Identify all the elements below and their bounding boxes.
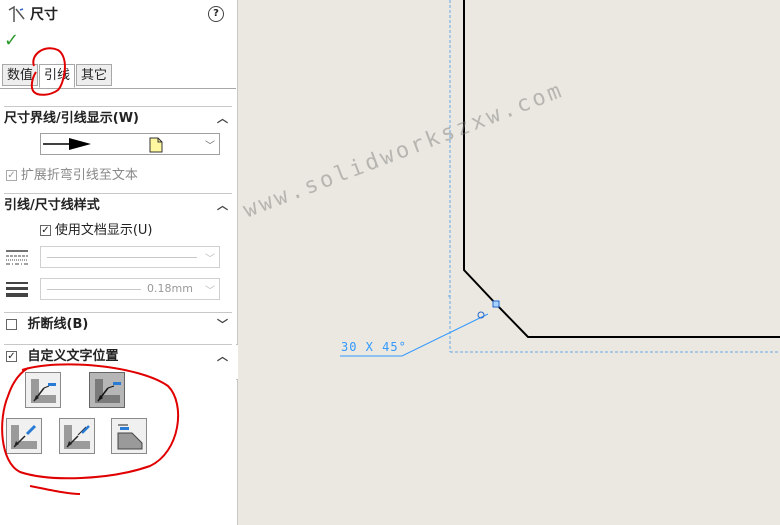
chevron-up-icon[interactable]: ︿ [217,345,228,369]
chevron-down-icon: ﹀ [205,254,215,265]
chevron-up-icon[interactable]: ︿ [217,107,228,131]
chevron-down-icon[interactable]: ﹀ [217,313,228,337]
extend-bent-leader-label: 扩展折弯引线至文本 [20,168,138,183]
line-thickness-icon [6,282,28,297]
arrow-style-dropdown[interactable]: ﹀ [40,133,220,155]
extend-bent-leader-checkbox[interactable]: ✓ [6,170,17,181]
solid-leader-horizontal-icon [64,425,90,449]
text-position-broken-leader-aligned-button[interactable] [6,418,42,454]
tab-bar: 数值 引线 其它 [2,64,113,88]
solid-leader-aligned-icon [31,379,56,403]
section-leader-display[interactable]: 尺寸界线/引线显示(W) ︿ [4,106,232,131]
broken-leader-horizontal-icon [95,379,121,403]
chevron-down-icon: ﹀ [205,286,215,297]
drawing-canvas[interactable]: 30 X 45° [238,0,780,525]
tab-value[interactable]: 数值 [2,64,39,86]
drawing-view [340,0,780,357]
line-style-dropdown[interactable]: ﹀ [40,246,220,268]
line-thickness-value: 0.18mm [147,282,193,295]
section-custom-text-position-title: 自定义文字位置 [27,349,119,364]
ok-check-icon[interactable]: ✓ [4,30,19,51]
parallel-text-icon [117,424,143,450]
use-doc-display-label: 使用文档显示(U) [54,223,153,238]
custom-text-position-checkbox[interactable]: ✓ [6,351,17,362]
broken-leader-aligned-icon [11,424,37,449]
note-document-icon [149,137,163,153]
text-position-solid-leader-aligned-button[interactable] [25,372,61,408]
use-doc-display-row: ✓ 使用文档显示(U) [40,219,153,238]
use-doc-display-checkbox[interactable]: ✓ [40,225,51,236]
tab-other[interactable]: 其它 [76,64,113,86]
extend-bent-leader-row: ✓ 扩展折弯引线至文本 [6,164,138,183]
line-thickness-dropdown[interactable]: 0.18mm ﹀ [40,278,220,300]
panel-title: 尺寸 [30,7,58,23]
chevron-up-icon[interactable]: ︿ [217,194,228,218]
chevron-down-icon: ﹀ [205,141,215,152]
tab-leaders[interactable]: 引线 [39,64,76,88]
text-position-parallel-button[interactable] [111,418,147,454]
tab-divider [0,88,236,89]
break-lines-checkbox[interactable] [6,319,17,330]
section-leader-style[interactable]: 引线/尺寸线样式 ︿ [4,193,232,218]
line-style-preview [47,257,197,258]
section-custom-text-position[interactable]: ✓ 自定义文字位置 ︿ [4,344,232,369]
text-position-solid-leader-horizontal-button[interactable] [59,418,95,454]
text-position-broken-leader-horizontal-button[interactable] [89,372,125,408]
help-icon[interactable]: ? [208,6,224,22]
line-thickness-preview [47,289,141,290]
section-break-lines-title: 折断线(B) [27,317,89,332]
section-break-lines[interactable]: 折断线(B) ﹀ [4,312,232,339]
chamfer-dimension-text[interactable]: 30 X 45° [341,340,407,354]
property-manager-panel: 尺寸 ? ✓ 数值 引线 其它 尺寸界线/引线显示(W) ︿ ﹀ ✓ 扩展折弯引… [0,0,246,525]
smart-dimension-icon [8,6,25,22]
arrow-style-icon [43,138,91,150]
section-leader-style-title: 引线/尺寸线样式 [4,198,100,213]
line-style-icon [6,250,28,265]
section-leader-display-title: 尺寸界线/引线显示(W) [4,111,139,126]
